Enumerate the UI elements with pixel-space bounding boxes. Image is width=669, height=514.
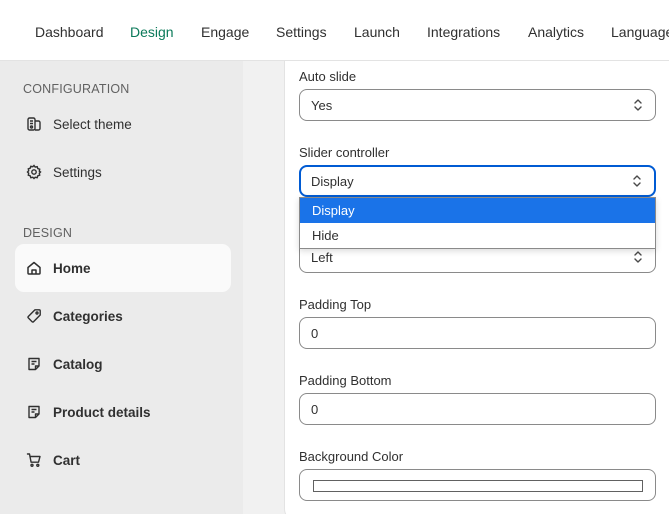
sidebar-item-label: Product details (53, 404, 151, 420)
sidebar-item-label: Catalog (53, 356, 103, 372)
sidebar-item-label: Settings (53, 164, 102, 180)
section-label-configuration: CONFIGURATION (23, 82, 130, 96)
sidebar-item-select-theme[interactable]: Select theme (15, 100, 231, 148)
sidebar-item-categories[interactable]: Categories (15, 292, 231, 340)
chevron-up-down-icon (634, 99, 642, 111)
main-content: Auto slide Yes Slider controller Display… (243, 61, 669, 514)
slider-controller-select[interactable]: Display (299, 165, 656, 197)
sidebar-item-product-details[interactable]: Product details (15, 388, 231, 436)
sidebar-item-label: Cart (53, 452, 81, 468)
cart-icon (26, 452, 42, 468)
sidebar-item-settings[interactable]: Settings (15, 148, 231, 196)
sidebar-item-label: Categories (53, 308, 123, 324)
padding-bottom-input[interactable]: 0 (299, 393, 656, 425)
sidebar-item-home[interactable]: Home (15, 244, 231, 292)
product-details-icon (26, 404, 42, 420)
padding-bottom-label: Padding Bottom (299, 373, 392, 388)
tab-dashboard[interactable]: Dashboard (35, 24, 104, 40)
sidebar-item-label: Select theme (53, 116, 132, 132)
tab-settings[interactable]: Settings (276, 24, 327, 40)
chevron-up-down-icon (634, 251, 642, 263)
sidebar: CONFIGURATION Select theme Settings DESI… (0, 61, 243, 514)
slider-controller-value: Display (311, 173, 354, 189)
option-display[interactable]: Display (300, 198, 655, 223)
slider-controller-label: Slider controller (299, 145, 390, 160)
sidebar-item-label: Home (53, 260, 91, 276)
theme-icon (26, 116, 42, 132)
sidebar-item-cart[interactable]: Cart (15, 436, 231, 484)
section-label-design: DESIGN (23, 226, 73, 240)
gear-icon (26, 164, 42, 180)
padding-bottom-value: 0 (311, 401, 319, 417)
auto-slide-value: Yes (311, 97, 333, 113)
tab-design[interactable]: Design (130, 24, 174, 40)
chevron-up-down-icon (633, 175, 641, 187)
tab-integrations[interactable]: Integrations (427, 24, 500, 40)
slider-controller-dropdown: Display Hide (299, 197, 656, 249)
top-navigation: Dashboard Design Engage Settings Launch … (0, 0, 669, 61)
position-value: Left (311, 249, 333, 265)
padding-top-label: Padding Top (299, 297, 372, 312)
tab-analytics[interactable]: Analytics (528, 24, 584, 40)
home-icon (26, 260, 42, 276)
background-color-label: Background Color (299, 449, 404, 464)
auto-slide-label: Auto slide (299, 69, 357, 84)
padding-top-input[interactable]: 0 (299, 317, 656, 349)
option-hide[interactable]: Hide (300, 223, 655, 248)
auto-slide-select[interactable]: Yes (299, 89, 656, 121)
tab-launch[interactable]: Launch (354, 24, 400, 40)
color-swatch[interactable] (313, 480, 643, 492)
background-color-picker[interactable] (299, 469, 656, 501)
settings-panel (284, 61, 669, 514)
padding-top-value: 0 (311, 325, 319, 341)
tab-language[interactable]: Language (611, 24, 669, 40)
catalog-icon (26, 356, 42, 372)
sidebar-item-catalog[interactable]: Catalog (15, 340, 231, 388)
tag-icon (26, 308, 42, 324)
tab-engage[interactable]: Engage (201, 24, 249, 40)
